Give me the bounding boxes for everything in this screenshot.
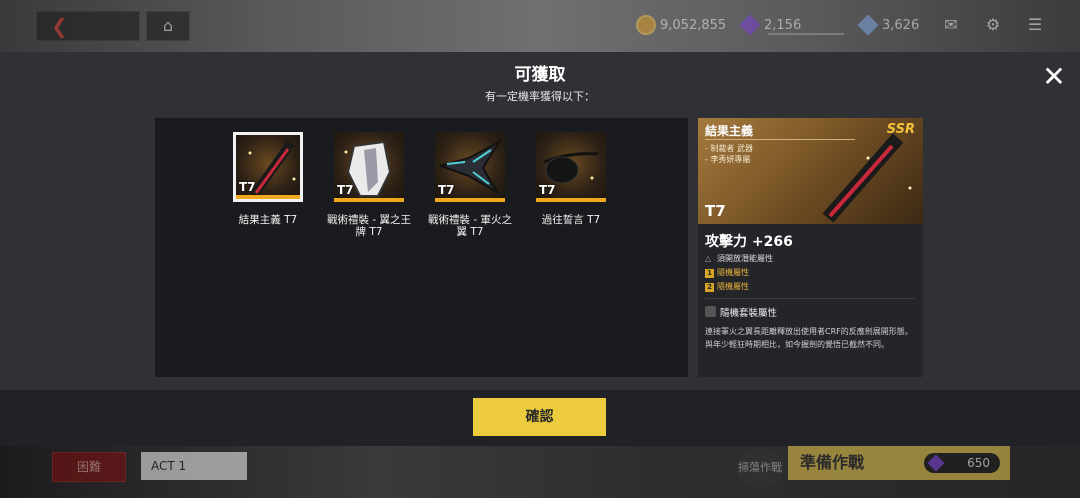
item-label: 戰術禮裝 - 翼之王牌 T7 [327, 214, 411, 238]
random-attribute-1: 隨機屬性 [717, 268, 749, 277]
home-icon: ⌂ [162, 16, 174, 35]
detail-name: 結果主義 [705, 124, 754, 138]
gem-progress-bar [768, 33, 844, 35]
item-detail-card: 結果主義 - 制裁者 武器 - 李秀妍專屬 SSR T7 攻擊力 +266 △ 須… [698, 118, 923, 377]
crystal-counter: 3,626 [857, 14, 920, 36]
item-thumbnail[interactable]: T7 [233, 132, 303, 202]
item-past-oath[interactable]: T7 過往誓言 T7 [528, 132, 614, 226]
back-button[interactable]: ❮ [36, 11, 140, 41]
slot-1-icon: 1 [705, 269, 714, 278]
detail-tag: - 李秀妍專屬 [705, 155, 751, 164]
home-button[interactable]: ⌂ [146, 11, 190, 41]
detail-description: 連接軍火之翼長距離釋放出使用者CRF的反應劍展開形態。與年少輕狂時期相比，如今握… [705, 327, 913, 349]
item-label: 過往誓言 T7 [541, 214, 601, 226]
random-attribute-2: 隨機屬性 [717, 282, 749, 291]
gem-icon [927, 454, 945, 472]
coin-icon [636, 15, 656, 35]
set-attribute: 隨機套裝屬性 [705, 305, 777, 319]
item-arms-wing[interactable]: T7 戰術禮裝 - 軍火之翼 T7 [427, 132, 513, 238]
tier-badge: T7 [539, 183, 556, 197]
close-icon[interactable]: ✕ [1040, 63, 1068, 91]
detail-tier: T7 [705, 202, 726, 220]
act-selector[interactable]: ACT 1 [141, 452, 247, 480]
modal-title: 可獲取 [514, 65, 566, 85]
potential-icon: △ [705, 254, 712, 263]
rarity-bar [236, 195, 300, 199]
hexagon-icon [705, 306, 716, 317]
set-attribute-label: 隨機套裝屬性 [720, 308, 778, 319]
rarity-bar [536, 198, 606, 202]
prepare-cost-value: 650 [967, 456, 990, 470]
gold-value: 9,052,855 [660, 17, 727, 33]
difficulty-button[interactable]: 困難 [52, 452, 126, 482]
gem-value: 2,156 [764, 17, 802, 33]
tier-badge: T7 [438, 183, 455, 197]
confirm-button[interactable]: 確認 [473, 398, 606, 436]
detail-attributes: △ 須開放潛能屬性 1 隨機屬性 2 隨機屬性 [705, 252, 773, 294]
crystal-value: 3,626 [882, 17, 920, 33]
bottom-bar: 困難 ACT 1 掃蕩作戰 準備作戰 650 [0, 446, 1080, 498]
slot-2-icon: 2 [705, 283, 714, 292]
detail-attack-stat: 攻擊力 +266 [705, 234, 793, 250]
rarity-bar [435, 198, 505, 202]
mail-icon[interactable]: ✉ [940, 14, 962, 36]
divider [705, 298, 915, 299]
item-wing-ace[interactable]: T7 戰術禮裝 - 翼之王牌 T7 [326, 132, 412, 238]
gold-counter: 9,052,855 [636, 14, 726, 36]
tier-badge: T7 [337, 183, 354, 197]
gear-icon[interactable]: ⚙ [982, 14, 1004, 36]
item-label: 戰術禮裝 - 軍火之翼 T7 [428, 214, 512, 238]
item-thumbnail[interactable]: T7 [536, 132, 606, 202]
sweep-button[interactable]: 掃蕩作戰 [736, 448, 784, 488]
rarity-bar [334, 198, 404, 202]
prepare-cost: 650 [924, 453, 1000, 473]
modal-subtitle: 有一定機率獲得以下： [485, 90, 595, 103]
prepare-battle-button[interactable]: 準備作戰 650 [788, 446, 1010, 480]
detail-tag: - 制裁者 武器 [705, 144, 753, 153]
items-panel: T7 結果主義 T7 T7 戰術禮裝 - 翼之王牌 T7 T7 戰術禮裝 - 軍… [155, 118, 688, 377]
item-result-oriented[interactable]: T7 結果主義 T7 [225, 132, 311, 226]
crystal-icon [857, 14, 879, 36]
potential-label: 須開放潛能屬性 [717, 254, 773, 263]
item-thumbnail[interactable]: T7 [334, 132, 404, 202]
prepare-label: 準備作戰 [800, 453, 865, 472]
gem-icon [739, 14, 761, 36]
top-bar: ❮ ⌂ 9,052,855 2,156 3,626 ✉ ⚙ ☰ [0, 0, 1080, 52]
item-detail-image: 結果主義 - 制裁者 武器 - 李秀妍專屬 SSR T7 [698, 118, 923, 224]
divider [705, 139, 855, 140]
tier-badge: T7 [239, 180, 256, 194]
detail-tags: - 制裁者 武器 - 李秀妍專屬 [705, 143, 753, 165]
menu-icon[interactable]: ☰ [1024, 14, 1046, 36]
back-arrow-icon: ❮ [51, 14, 68, 38]
item-label: 結果主義 T7 [238, 214, 298, 226]
item-thumbnail[interactable]: T7 [435, 132, 505, 202]
rarity-badge: SSR [886, 122, 915, 137]
